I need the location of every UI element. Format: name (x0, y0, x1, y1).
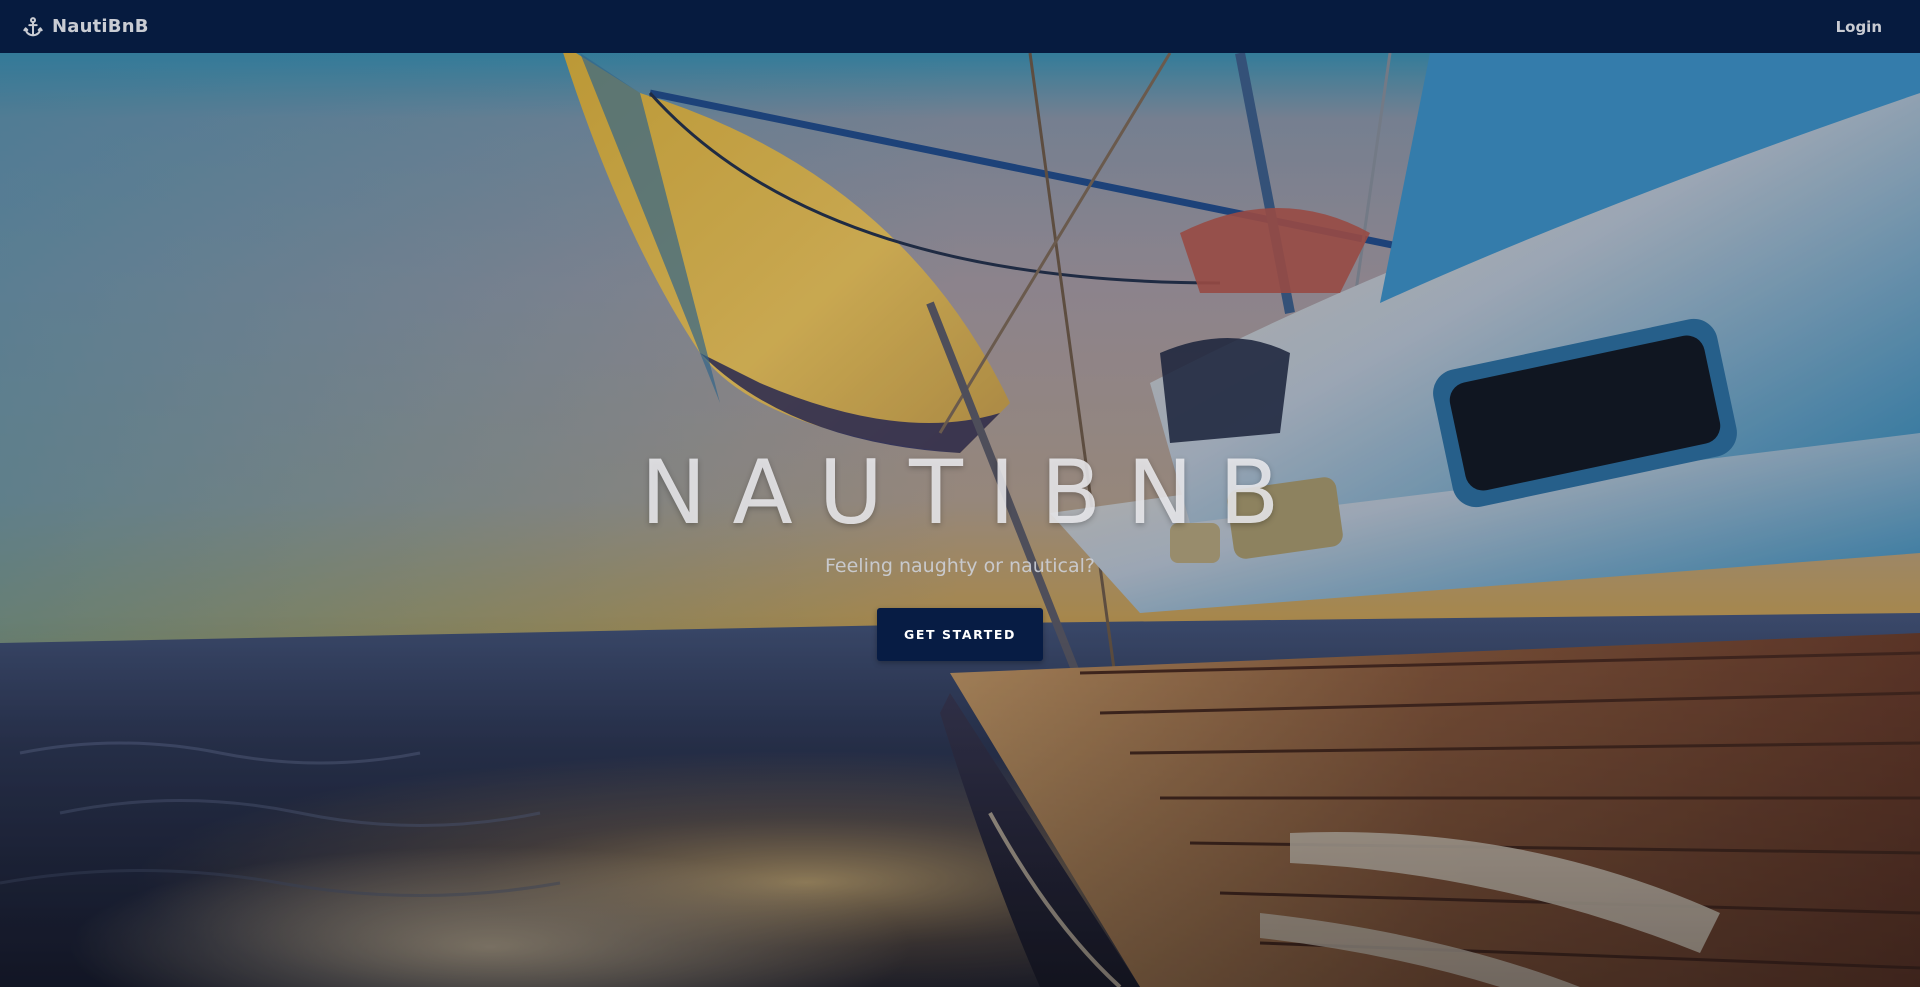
hero-title: NAUTIBNB (640, 441, 1306, 544)
hero-content: NAUTIBNB Feeling naughty or nautical? GE… (0, 53, 1920, 987)
hero-section: NAUTIBNB Feeling naughty or nautical? GE… (0, 53, 1920, 987)
brand-label: NautiBnB (52, 16, 149, 37)
anchor-icon (22, 16, 44, 38)
login-link[interactable]: Login (1836, 18, 1882, 36)
brand-link[interactable]: NautiBnB (22, 16, 149, 38)
top-navbar: NautiBnB Login (0, 0, 1920, 53)
hero-subtitle: Feeling naughty or nautical? (825, 555, 1095, 577)
get-started-button[interactable]: GET STARTED (877, 608, 1043, 661)
